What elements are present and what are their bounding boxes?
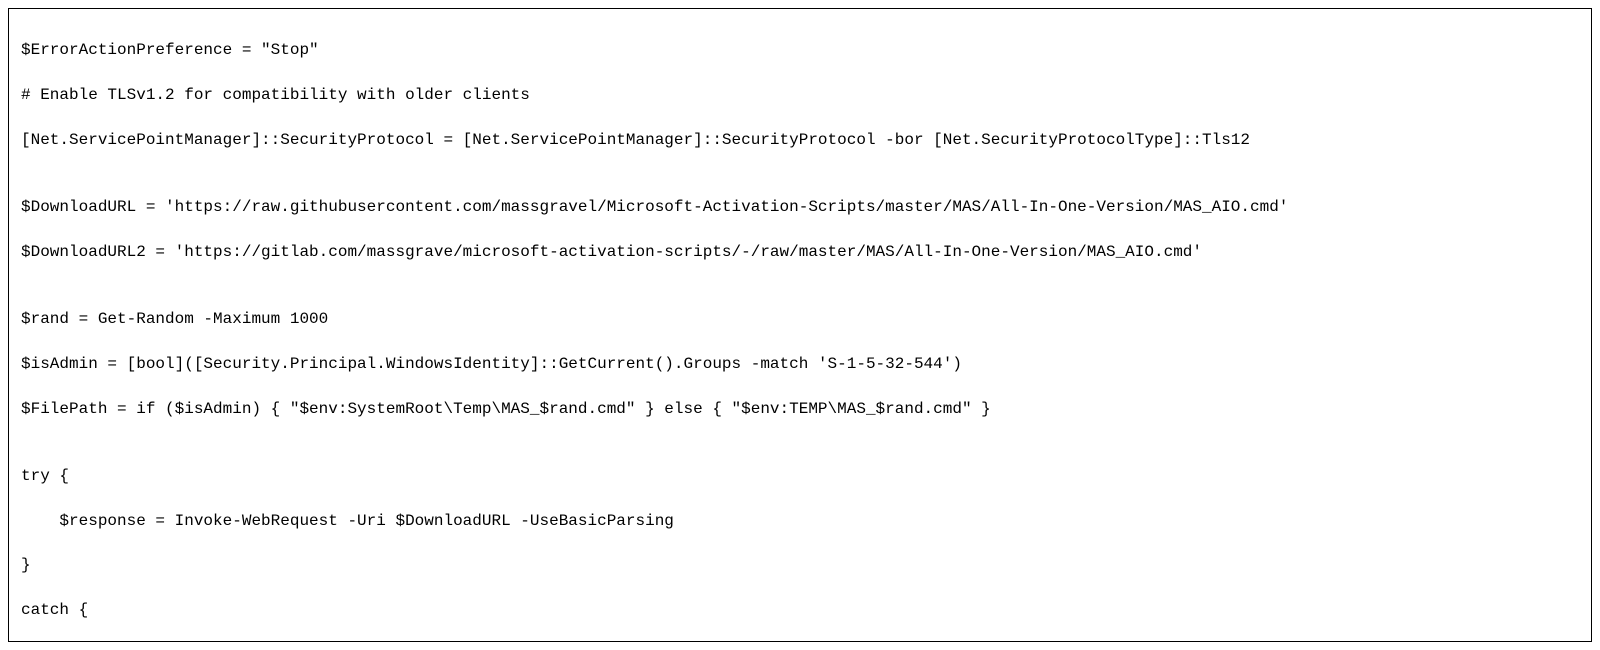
code-line: catch { [21, 599, 1579, 621]
code-line: $DownloadURL = 'https://raw.githubuserco… [21, 196, 1579, 218]
code-block: $ErrorActionPreference = "Stop" # Enable… [8, 8, 1592, 642]
code-line: $FilePath = if ($isAdmin) { "$env:System… [21, 398, 1579, 420]
code-line: } [21, 554, 1579, 576]
code-line: # Enable TLSv1.2 for compatibility with … [21, 84, 1579, 106]
code-line: try { [21, 465, 1579, 487]
code-line: $response = Invoke-WebRequest -Uri $Down… [21, 510, 1579, 532]
code-line: [Net.ServicePointManager]::SecurityProto… [21, 129, 1579, 151]
code-line: $DownloadURL2 = 'https://gitlab.com/mass… [21, 241, 1579, 263]
code-line: $rand = Get-Random -Maximum 1000 [21, 308, 1579, 330]
code-line: $isAdmin = [bool]([Security.Principal.Wi… [21, 353, 1579, 375]
code-line: $ErrorActionPreference = "Stop" [21, 39, 1579, 61]
